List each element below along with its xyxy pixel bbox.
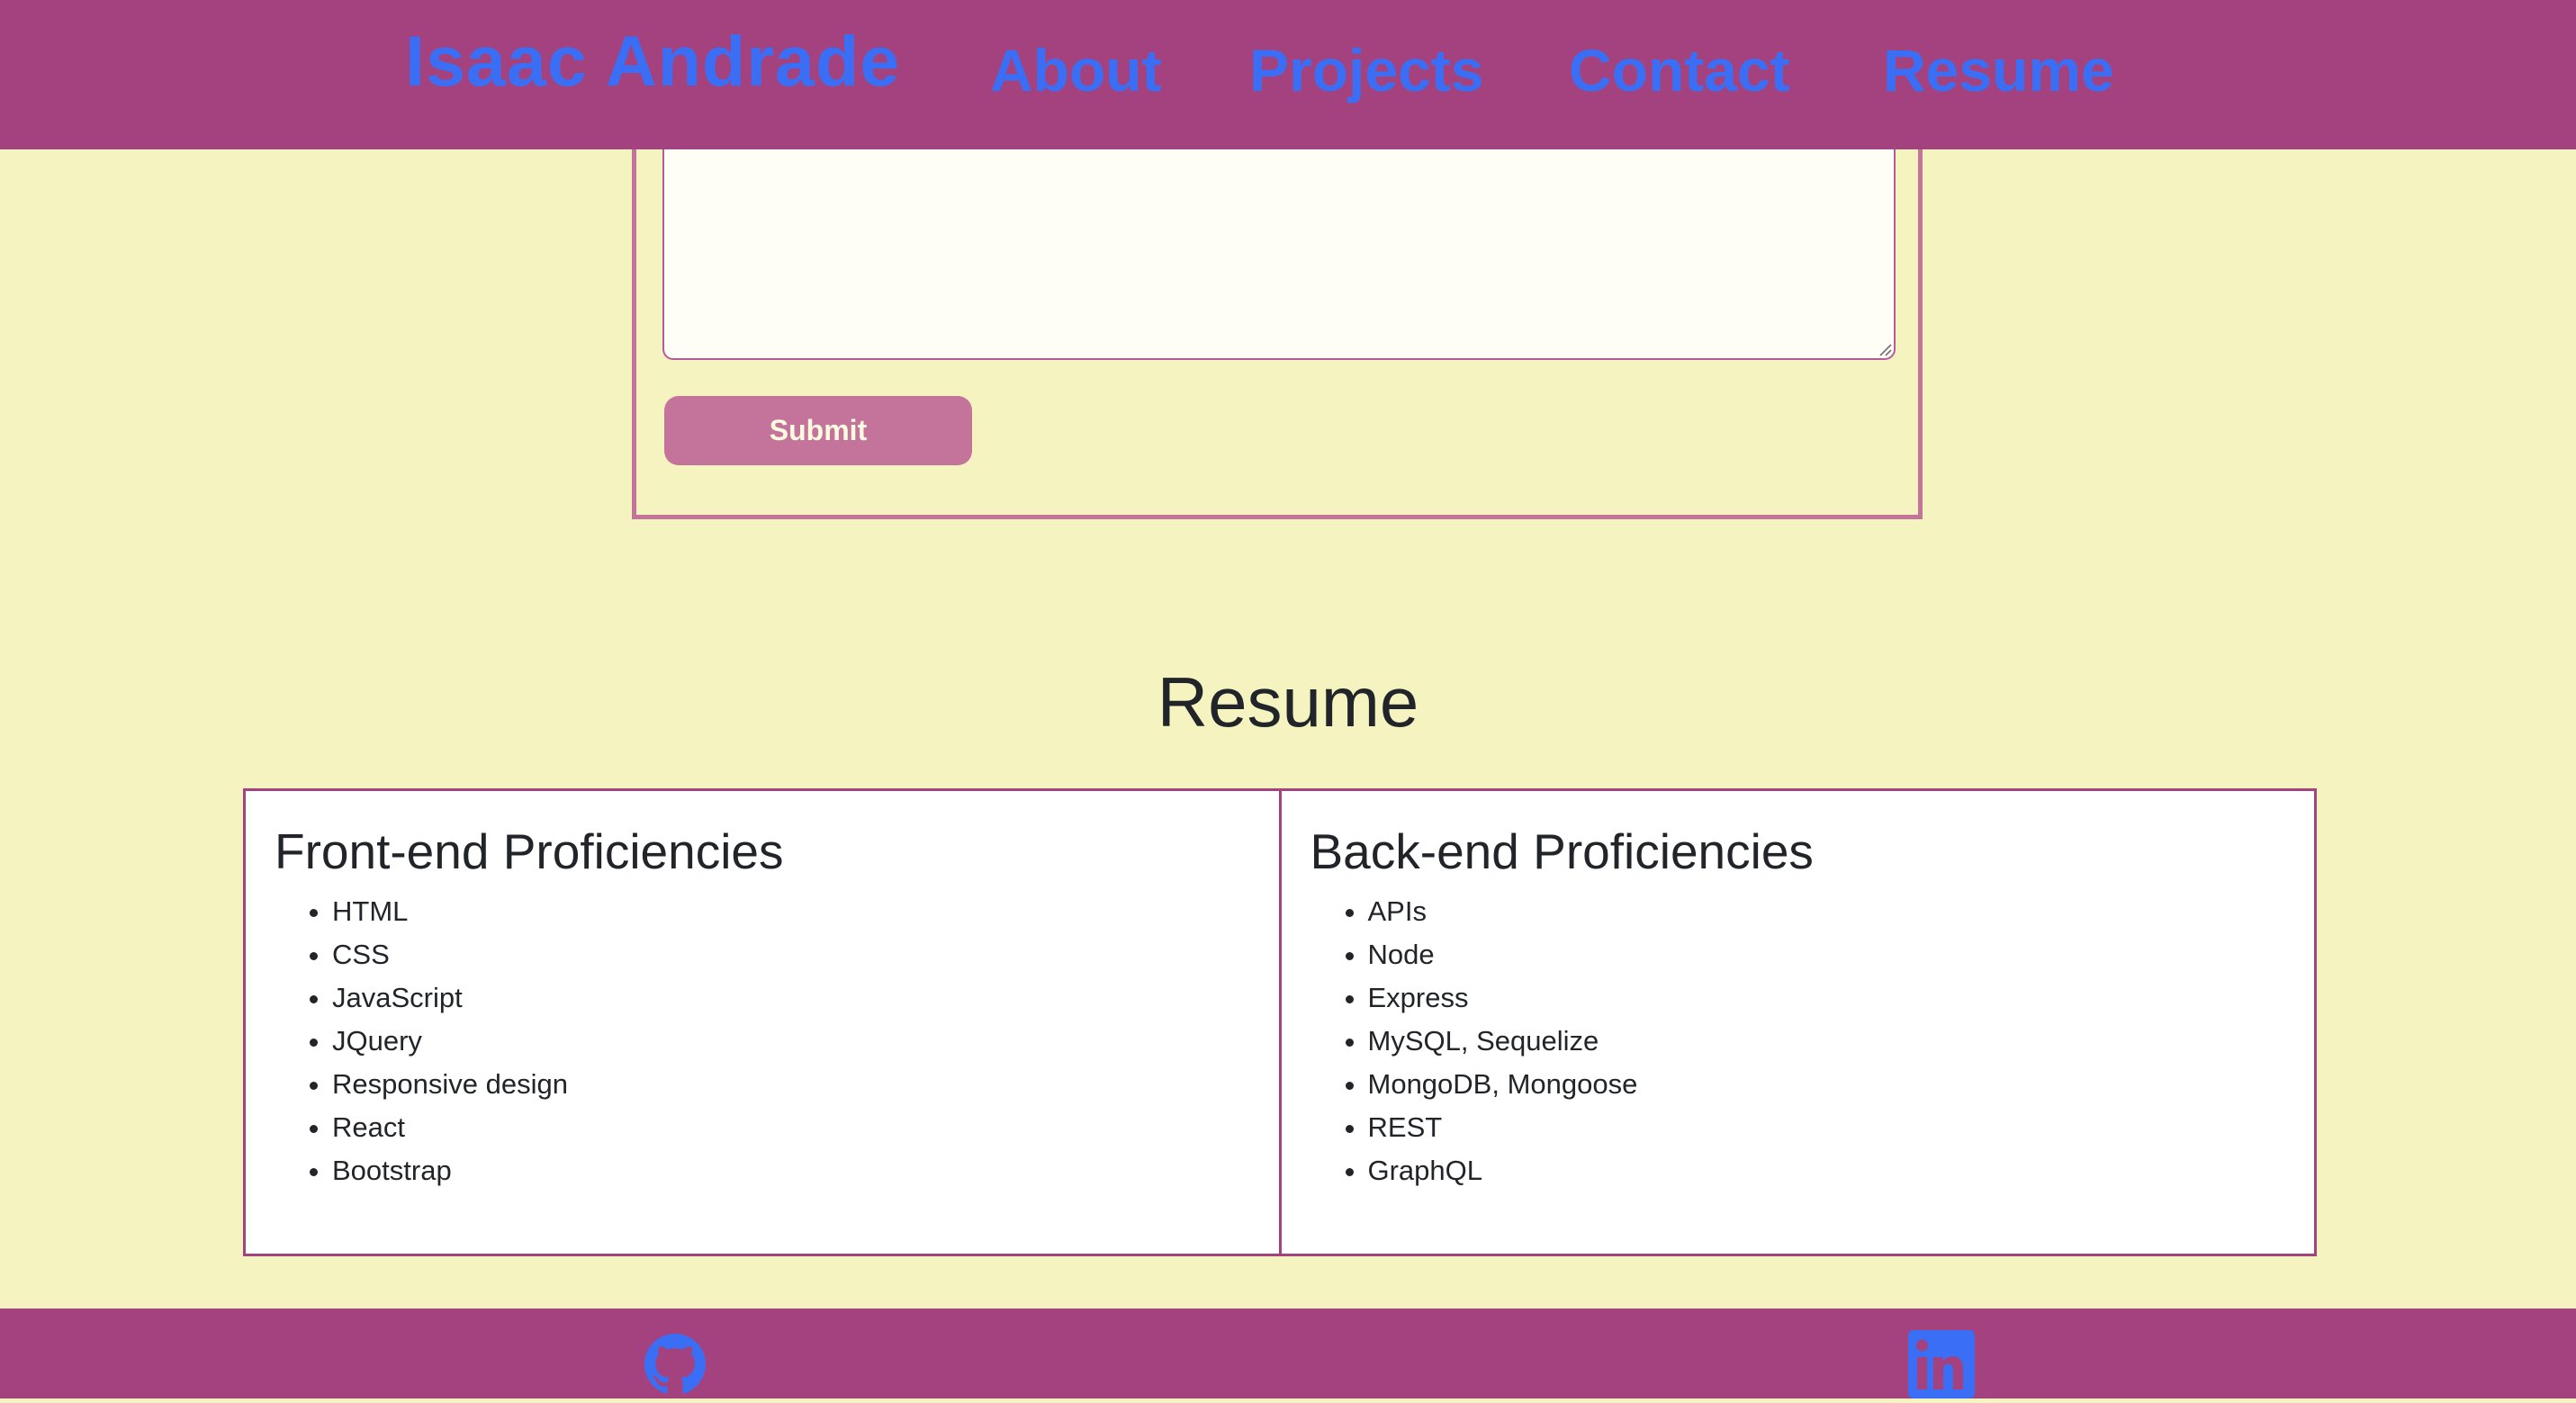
list-item: GraphQL xyxy=(1368,1149,2286,1192)
github-icon xyxy=(644,1334,706,1394)
linkedin-link[interactable] xyxy=(1908,1330,1975,1399)
backend-heading: Back-end Proficiencies xyxy=(1310,823,1814,879)
list-item: MongoDB, Mongoose xyxy=(1368,1063,2286,1106)
nav-about-link[interactable]: About xyxy=(990,36,1162,104)
site-footer xyxy=(0,1309,2576,1399)
list-item: HTML xyxy=(332,890,1250,933)
linkedin-icon xyxy=(1908,1330,1975,1399)
list-item: REST xyxy=(1368,1106,2286,1149)
nav-projects-link[interactable]: Projects xyxy=(1249,36,1483,104)
nav-resume-link[interactable]: Resume xyxy=(1883,36,2114,104)
backend-list: APIs Node Express MySQL, Sequelize Mongo… xyxy=(1311,890,2286,1192)
frontend-heading: Front-end Proficiencies xyxy=(275,823,784,879)
site-header: Isaac Andrade About Projects Contact Res… xyxy=(0,0,2576,149)
list-item: CSS xyxy=(332,933,1250,976)
resume-heading: Resume xyxy=(1157,662,1419,742)
github-link[interactable] xyxy=(644,1334,706,1395)
list-item: Responsive design xyxy=(332,1063,1250,1106)
resize-grip-icon[interactable] xyxy=(1878,342,1892,356)
brand-link[interactable]: Isaac Andrade xyxy=(405,20,900,103)
list-item: JQuery xyxy=(332,1020,1250,1063)
list-item: Node xyxy=(1368,933,2286,976)
frontend-list: HTML CSS JavaScript JQuery Responsive de… xyxy=(275,890,1250,1192)
resume-proficiencies: Front-end Proficiencies HTML CSS JavaScr… xyxy=(243,788,2317,1256)
frontend-card: Front-end Proficiencies HTML CSS JavaScr… xyxy=(243,788,1282,1256)
list-item: MySQL, Sequelize xyxy=(1368,1020,2286,1063)
nav-contact-link[interactable]: Contact xyxy=(1569,36,1790,104)
list-item: React xyxy=(332,1106,1250,1149)
submit-button[interactable]: Submit xyxy=(664,396,972,465)
list-item: Bootstrap xyxy=(332,1149,1250,1192)
list-item: APIs xyxy=(1368,890,2286,933)
backend-card: Back-end Proficiencies APIs Node Express… xyxy=(1281,788,2317,1256)
list-item: Express xyxy=(1368,976,2286,1020)
list-item: JavaScript xyxy=(332,976,1250,1020)
